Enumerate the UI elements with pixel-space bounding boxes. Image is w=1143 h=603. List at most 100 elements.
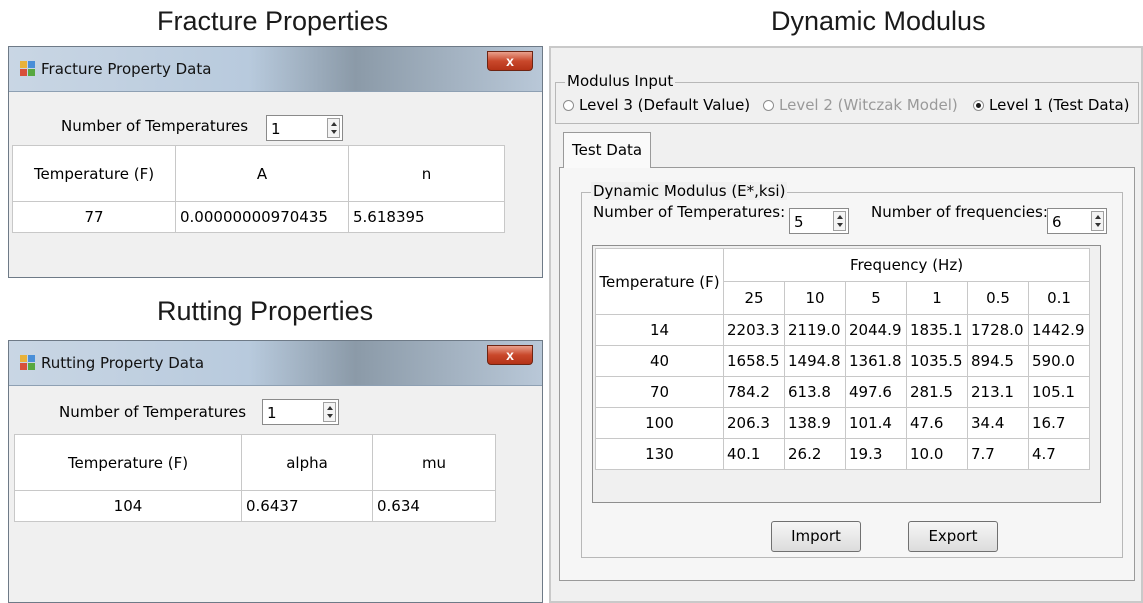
- table-row: 40 1658.5 1494.8 1361.8 1035.5 894.5 590…: [595, 345, 1090, 377]
- modulus-cell[interactable]: 1835.1: [906, 314, 968, 346]
- modulus-cell[interactable]: 138.9: [784, 407, 846, 439]
- rutting-num-temps-stepper[interactable]: 1: [262, 399, 339, 425]
- modulus-cell[interactable]: 7.7: [967, 438, 1029, 470]
- frequency-header[interactable]: 5: [845, 281, 907, 315]
- table-cell[interactable]: 5.618395: [348, 201, 505, 233]
- modulus-cell[interactable]: 784.2: [723, 376, 785, 408]
- rutting-titlebar[interactable]: Rutting Property Data x: [9, 341, 542, 386]
- frequency-header[interactable]: 25: [723, 281, 785, 315]
- dm-num-freq-value: 6: [1052, 213, 1062, 231]
- temperature-cell[interactable]: 70: [595, 376, 724, 408]
- modulus-cell[interactable]: 1658.5: [723, 345, 785, 377]
- rutting-table: Temperature (F) alpha mu 104 0.6437 0.63…: [14, 434, 496, 522]
- modulus-cell[interactable]: 497.6: [845, 376, 907, 408]
- rutting-dialog: Rutting Property Data x Number of Temper…: [8, 340, 543, 603]
- temperature-column-header[interactable]: Temperature (F): [595, 248, 724, 315]
- modulus-cell[interactable]: 1035.5: [906, 345, 968, 377]
- close-icon[interactable]: x: [487, 51, 533, 71]
- app-window-icon: [20, 355, 35, 370]
- dm-num-freq-label: Number of frequencies:: [871, 203, 1048, 221]
- frequency-header[interactable]: 0.5: [967, 281, 1029, 315]
- modulus-cell[interactable]: 281.5: [906, 376, 968, 408]
- dm-num-freq-stepper[interactable]: 6: [1047, 208, 1107, 234]
- fracture-num-temps-value: 1: [271, 120, 281, 138]
- level3-radio[interactable]: [563, 100, 574, 111]
- dynamic-modulus-legend: Dynamic Modulus (E*,ksi): [591, 182, 788, 200]
- export-button[interactable]: Export: [908, 521, 998, 552]
- fracture-titlebar[interactable]: Fracture Property Data x: [9, 47, 542, 92]
- temperature-cell[interactable]: 100: [595, 407, 724, 439]
- table-row: 77 0.00000000970435 5.618395: [12, 201, 505, 233]
- modulus-cell[interactable]: 4.7: [1028, 438, 1090, 470]
- frequency-header[interactable]: 1: [906, 281, 968, 315]
- dm-num-temps-stepper[interactable]: 5: [789, 208, 849, 234]
- level2-label[interactable]: Level 2 (Witczak Model): [779, 96, 958, 114]
- fracture-window-title: Fracture Property Data: [41, 60, 212, 78]
- table-cell[interactable]: 0.00000000970435: [175, 201, 349, 233]
- fracture-heading: Fracture Properties: [157, 6, 389, 36]
- modulus-cell[interactable]: 2044.9: [845, 314, 907, 346]
- spinner-arrows-icon[interactable]: [1091, 211, 1104, 231]
- column-header[interactable]: Temperature (F): [12, 145, 176, 202]
- level3-label[interactable]: Level 3 (Default Value): [579, 96, 750, 114]
- modulus-input-legend: Modulus Input: [565, 72, 676, 90]
- table-cell[interactable]: 77: [12, 201, 176, 233]
- rutting-heading: Rutting Properties: [157, 296, 374, 326]
- modulus-cell[interactable]: 40.1: [723, 438, 785, 470]
- modulus-cell[interactable]: 213.1: [967, 376, 1029, 408]
- table-cell[interactable]: 0.6437: [241, 490, 373, 522]
- fracture-num-temps-stepper[interactable]: 1: [266, 115, 343, 141]
- spinner-arrows-icon[interactable]: [833, 211, 846, 231]
- import-button[interactable]: Import: [771, 521, 861, 552]
- modulus-cell[interactable]: 590.0: [1028, 345, 1090, 377]
- temperature-cell[interactable]: 14: [595, 314, 724, 346]
- modulus-cell[interactable]: 47.6: [906, 407, 968, 439]
- column-header[interactable]: mu: [372, 434, 496, 491]
- close-icon[interactable]: x: [487, 345, 533, 365]
- modulus-cell[interactable]: 1728.0: [967, 314, 1029, 346]
- dynamic-modulus-heading: Dynamic Modulus: [771, 6, 986, 36]
- dynamic-modulus-panel: Modulus Input Level 3 (Default Value) Le…: [549, 46, 1143, 603]
- table-cell[interactable]: 0.634: [372, 490, 496, 522]
- table-row: 14 2203.3 2119.0 2044.9 1835.1 1728.0 14…: [595, 314, 1090, 346]
- tab-test-data[interactable]: Test Data: [563, 132, 651, 168]
- rutting-num-temps-value: 1: [267, 404, 277, 422]
- table-row: 104 0.6437 0.634: [14, 490, 496, 522]
- modulus-cell[interactable]: 2203.3: [723, 314, 785, 346]
- modulus-cell[interactable]: 1361.8: [845, 345, 907, 377]
- modulus-cell[interactable]: 894.5: [967, 345, 1029, 377]
- table-row: 70 784.2 613.8 497.6 281.5 213.1 105.1: [595, 376, 1090, 408]
- table-row: 100 206.3 138.9 101.4 47.6 34.4 16.7: [595, 407, 1090, 439]
- modulus-cell[interactable]: 1442.9: [1028, 314, 1090, 346]
- dm-num-temps-label: Number of Temperatures:: [593, 203, 786, 221]
- modulus-cell[interactable]: 105.1: [1028, 376, 1090, 408]
- level1-radio[interactable]: [973, 100, 984, 111]
- modulus-cell[interactable]: 10.0: [906, 438, 968, 470]
- modulus-cell[interactable]: 206.3: [723, 407, 785, 439]
- modulus-cell[interactable]: 101.4: [845, 407, 907, 439]
- level1-label[interactable]: Level 1 (Test Data): [989, 96, 1130, 114]
- column-header[interactable]: A: [175, 145, 349, 202]
- modulus-cell[interactable]: 2119.0: [784, 314, 846, 346]
- frequency-header[interactable]: 0.1: [1028, 281, 1090, 315]
- column-header[interactable]: Temperature (F): [14, 434, 242, 491]
- table-row: 130 40.1 26.2 19.3 10.0 7.7 4.7: [595, 438, 1090, 470]
- modulus-cell[interactable]: 16.7: [1028, 407, 1090, 439]
- column-header[interactable]: alpha: [241, 434, 373, 491]
- table-cell[interactable]: 104: [14, 490, 242, 522]
- column-header[interactable]: n: [348, 145, 505, 202]
- modulus-cell[interactable]: 26.2: [784, 438, 846, 470]
- temperature-cell[interactable]: 40: [595, 345, 724, 377]
- fracture-dialog: Fracture Property Data x Number of Tempe…: [8, 46, 543, 278]
- modulus-cell[interactable]: 34.4: [967, 407, 1029, 439]
- spinner-arrows-icon[interactable]: [327, 118, 340, 138]
- level2-radio[interactable]: [763, 100, 774, 111]
- frequency-header[interactable]: 10: [784, 281, 846, 315]
- spinner-arrows-icon[interactable]: [323, 402, 336, 422]
- app-window-icon: [20, 61, 35, 76]
- dynamic-modulus-table: Temperature (F) Frequency (Hz) 25 10 5 1…: [595, 248, 1090, 470]
- modulus-cell[interactable]: 613.8: [784, 376, 846, 408]
- temperature-cell[interactable]: 130: [595, 438, 724, 470]
- modulus-cell[interactable]: 1494.8: [784, 345, 846, 377]
- modulus-cell[interactable]: 19.3: [845, 438, 907, 470]
